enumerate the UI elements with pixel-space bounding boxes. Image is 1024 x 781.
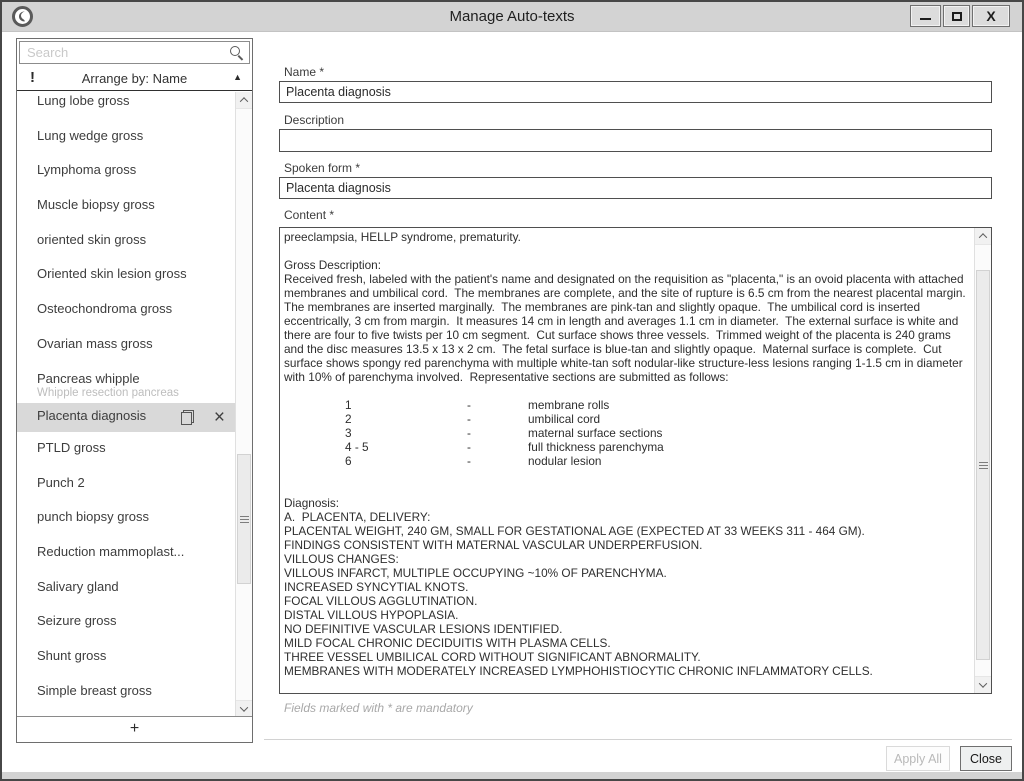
list-item[interactable]: Lung wedge gross <box>17 123 235 158</box>
content-field-box: preeclampsia, HELLP syndrome, prematurit… <box>279 227 992 694</box>
list-item[interactable]: Shunt gross <box>17 643 235 678</box>
name-field[interactable] <box>279 81 992 103</box>
list-item-label: Oriented skin lesion gross <box>37 266 187 281</box>
arrange-by-bar[interactable]: ! Arrange by: Name ▲ <box>17 66 252 91</box>
list-item-label: Lymphoma gross <box>37 162 136 177</box>
list-item-label: Punch 2 <box>37 475 85 490</box>
list-scrollbar[interactable] <box>235 92 252 717</box>
list-item[interactable]: Lymphoma gross <box>17 157 235 192</box>
content-scrollbar-thumb[interactable] <box>976 270 990 660</box>
list-item[interactable]: Punch 2 <box>17 470 235 505</box>
scroll-up-icon[interactable] <box>236 92 252 109</box>
list-item[interactable]: Lung lobe gross <box>17 92 235 123</box>
autotext-detail-panel: Name * Description Spoken form * Content… <box>264 38 1012 774</box>
list-item[interactable]: Simple breast gross <box>17 678 235 713</box>
list-item[interactable]: Seizure gross <box>17 608 235 643</box>
chevron-up-icon <box>240 97 248 105</box>
list-item-label: Reduction mammoplast... <box>37 544 184 559</box>
manage-autotexts-dialog: Manage Auto-texts X ! Arrange by: Name ▲… <box>0 0 1024 781</box>
list-item-label: Salivary gland <box>37 579 119 594</box>
apply-all-button[interactable]: Apply All <box>886 746 950 771</box>
list-item[interactable]: Osteochondroma gross <box>17 296 235 331</box>
content-field[interactable]: preeclampsia, HELLP syndrome, prematurit… <box>280 228 974 693</box>
close-window-button[interactable]: X <box>972 5 1010 27</box>
scroll-up-icon[interactable] <box>975 228 991 245</box>
content-scrollbar[interactable] <box>974 228 991 693</box>
scroll-down-icon[interactable] <box>236 700 252 717</box>
list-item[interactable]: Ovarian mass gross <box>17 331 235 366</box>
autotext-list: Lung lobe gross Lung wedge gross Lymphom… <box>17 92 235 717</box>
mandatory-fields-note: Fields marked with * are mandatory <box>284 701 473 715</box>
list-item[interactable]: punch biopsy gross <box>17 504 235 539</box>
search-icon <box>230 46 240 56</box>
list-item-label: Ovarian mass gross <box>37 336 153 351</box>
footer-divider <box>264 739 1012 740</box>
minimize-button[interactable] <box>910 5 941 27</box>
list-item-label: Simple breast gross <box>37 683 152 698</box>
list-item-sublabel: Whipple resection pancreas <box>37 387 235 399</box>
description-field[interactable] <box>279 129 992 152</box>
list-item[interactable]: Reduction mammoplast... <box>17 539 235 574</box>
list-item-selected[interactable]: Placenta diagnosis × <box>17 403 235 432</box>
autotext-list-panel: ! Arrange by: Name ▲ Lung lobe gross Lun… <box>16 38 253 743</box>
maximize-button[interactable] <box>943 5 970 27</box>
list-item[interactable]: Salivary gland <box>17 574 235 609</box>
chevron-down-icon <box>979 679 987 687</box>
thumb-grip-icon <box>979 462 988 469</box>
collapse-icon: ▲ <box>233 72 242 82</box>
chevron-down-icon <box>240 703 248 711</box>
list-item[interactable]: Pancreas whipple Whipple resection pancr… <box>17 366 235 401</box>
add-autotext-button[interactable]: + <box>17 716 252 742</box>
window-title: Manage Auto-texts <box>2 2 1022 32</box>
minimize-icon <box>920 18 931 20</box>
list-item-label: Muscle biopsy gross <box>37 197 155 212</box>
list-item-label: Lung lobe gross <box>37 93 130 108</box>
title-bar: Manage Auto-texts X <box>2 2 1022 32</box>
list-item-label: Lung wedge gross <box>37 128 143 143</box>
spoken-form-field[interactable] <box>279 177 992 199</box>
list-item-label: oriented skin gross <box>37 232 146 247</box>
search-input[interactable] <box>20 42 249 63</box>
thumb-grip-icon <box>240 516 249 523</box>
list-item-label: punch biopsy gross <box>37 509 149 524</box>
search-box <box>19 41 250 64</box>
list-item-label: Osteochondroma gross <box>37 301 172 316</box>
list-item[interactable]: Muscle biopsy gross <box>17 192 235 227</box>
content-label: Content * <box>284 208 334 222</box>
list-item[interactable]: PTLD gross <box>17 435 235 470</box>
list-item-label: Seizure gross <box>37 613 116 628</box>
spoken-form-label: Spoken form * <box>284 161 360 175</box>
maximize-icon <box>952 12 962 21</box>
list-item-label: PTLD gross <box>37 440 106 455</box>
name-label: Name * <box>284 65 324 79</box>
scroll-down-icon[interactable] <box>975 676 991 693</box>
duplicate-icon[interactable] <box>181 410 194 425</box>
list-item-label: Placenta diagnosis <box>37 408 146 423</box>
chevron-up-icon <box>979 233 987 241</box>
list-item[interactable]: Oriented skin lesion gross <box>17 261 235 296</box>
list-item-label: Pancreas whipple <box>37 371 140 386</box>
window-bottom-frame <box>2 772 1022 779</box>
delete-icon[interactable]: × <box>214 404 225 431</box>
list-item[interactable]: oriented skin gross <box>17 227 235 262</box>
description-label: Description <box>284 113 344 127</box>
close-button[interactable]: Close <box>960 746 1012 771</box>
list-item-label: Shunt gross <box>37 648 106 663</box>
arrange-by-label: Arrange by: Name <box>17 66 252 91</box>
list-scrollbar-thumb[interactable] <box>237 454 251 584</box>
